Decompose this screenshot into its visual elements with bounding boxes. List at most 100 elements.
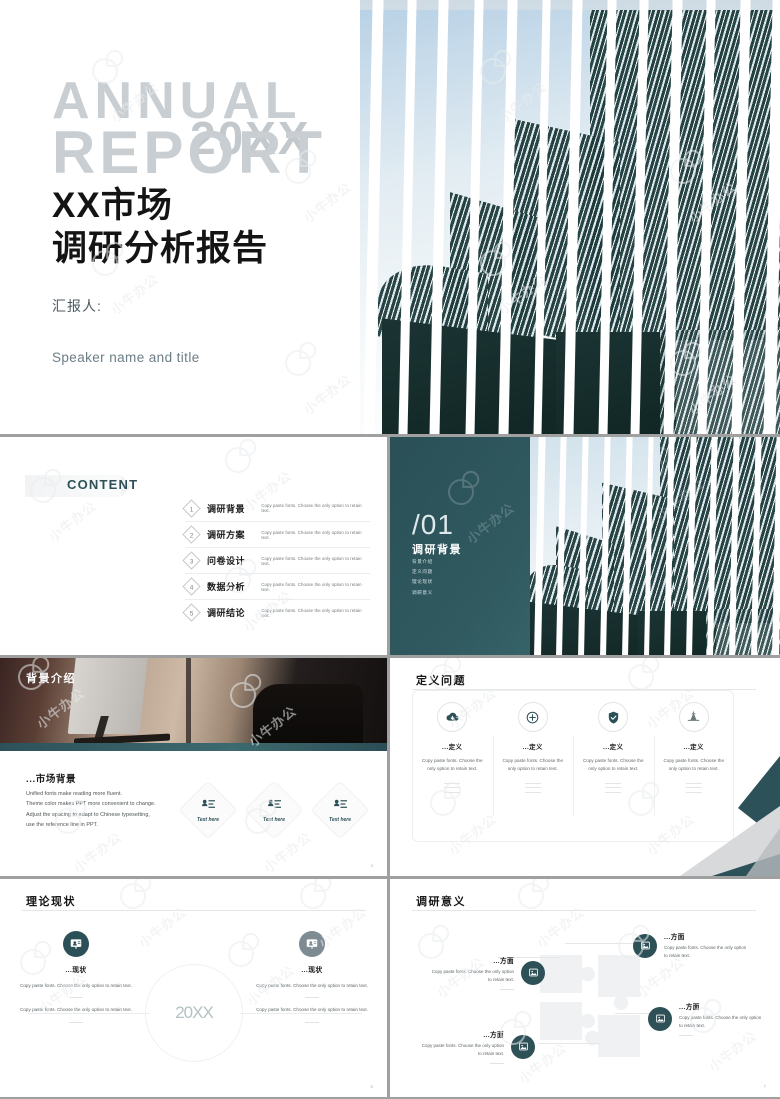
slide-title: 调研意义 [416,896,466,908]
presentation-user-icon [70,939,82,949]
list-item[interactable]: 5 调研结论 Copy paste fonts. Choose the only… [182,599,370,625]
column-text: Copy paste fonts. Choose the only option… [502,758,564,772]
slide-research-meaning[interactable]: 调研意义 ...方面 Copy paste fonts. Choose the … [390,879,780,1097]
meaning-node[interactable]: ...方面 Copy paste fonts. Choose the only … [633,931,748,960]
toc-desc: Copy paste fonts. Choose the only option… [261,503,362,513]
slide-define-problem[interactable]: 定义问题 ...定义 Copy paste fonts. Choose the … [390,658,780,876]
definition-column[interactable]: ...定义 Copy paste fonts. Choose the only … [573,702,654,817]
icon-circle [633,933,657,958]
body-line: Unified fonts make reading more fluent. [26,791,123,797]
image-frame-icon [518,1042,528,1051]
dash-lines [578,782,649,793]
node-label: ...方面 [493,958,514,965]
node-text-block: ...方面 Copy paste fonts. Choose the only … [664,931,748,960]
meaning-node[interactable]: ...方面 Copy paste fonts. Choose the only … [430,955,545,991]
dash-lines [498,782,569,793]
mountain-icon [687,710,700,721]
corner-decoration [650,746,780,876]
diamond-card[interactable]: Text here [245,781,303,839]
body-line: Adjust the spacing to adapt to Chinese t… [26,811,150,818]
theory-right-block[interactable]: ...现状 Copy paste fonts. Choose the only … [248,931,376,1023]
node-text-block: ...方面 Copy paste fonts. Choose the only … [420,1029,504,1065]
connector-line [538,1043,600,1044]
toc-title: 调研结论 [207,608,246,618]
icon-circle [63,931,89,957]
slide-background-intro[interactable]: 背景介绍 ...市场背景 Unified fonts make reading … [0,658,387,876]
cover-ghost-heading: ANNUAL REPORT [52,75,326,182]
slide-theory-status[interactable]: 理论现状 20XX ...现状 Copy paste fonts. Choose… [0,879,387,1097]
slide-content[interactable]: CONTENT 1 调研背景 Copy paste fonts. Choose … [0,437,387,655]
icon-circle [299,931,325,957]
toc-title: 调研方案 [207,530,246,540]
section-title: 调研背景 [412,544,462,556]
section-subitem: 背景介绍 [412,559,433,564]
diamond-marker-icon: 2 [182,525,201,544]
toc-title: 调研背景 [207,503,246,514]
node-text: Copy paste fonts. Choose the only option… [421,1043,504,1057]
block-text: Copy paste fonts. Choose the only option… [20,1007,132,1013]
theory-left-block[interactable]: ...现状 Copy paste fonts. Choose the only … [12,931,140,1023]
node-label: ...方面 [679,1004,700,1011]
toc-title: 问卷设计 [207,556,246,566]
definition-column[interactable]: ...定义 Copy paste fonts. Choose the only … [492,702,574,817]
body-line: Theme color makes PPT more convenient to… [26,801,156,808]
slide-deck: ANNUAL REPORT 20XX XX市场 调研分析报告 汇报人: Spea… [0,0,780,1099]
definition-column[interactable]: ...定义 Copy paste fonts. Choose the only … [412,702,493,796]
list-item[interactable]: 3 问卷设计 Copy paste fonts. Choose the only… [182,547,370,573]
body-line: use the reference line in PPT. [26,822,98,829]
section-number: /01 [412,509,454,540]
slide-title: 背景介绍 [26,673,76,685]
node-label: ...方面 [664,934,685,941]
slide-section-divider[interactable]: /01 调研背景 背景介绍 定义问题 理论现状 调研意义 小牛办公 小牛办公 [390,437,780,655]
block-text: Copy paste fonts. Choose the only option… [256,1007,368,1013]
diamond-card[interactable]: Text here [179,781,237,839]
meaning-node[interactable]: ...方面 Copy paste fonts. Choose the only … [648,1001,763,1037]
column-label: ...定义 [522,744,543,751]
list-item[interactable]: 4 数据分析 Copy paste fonts. Choose the only… [182,573,370,599]
section-subitem: 理论现状 [412,579,433,585]
toc-desc: Copy paste fonts. Choose the only option… [261,529,362,540]
toc-desc: Copy paste fonts. Choose the only option… [261,581,362,592]
diamond-marker-icon: 1 [182,498,201,518]
center-year-circle: 20XX [145,964,243,1062]
section-subitems: 背景介绍 定义问题 理论现状 调研意义 [412,559,433,600]
slide-cover[interactable]: ANNUAL REPORT 20XX XX市场 调研分析报告 汇报人: Spea… [0,0,780,434]
toc-desc: Copy paste fonts. Choose the only option… [261,607,362,618]
table-of-contents: 1 调研背景 Copy paste fonts. Choose the only… [182,495,370,625]
dash-lines [417,782,488,793]
page-number: 7 [763,1084,766,1089]
icon-circle [648,1006,672,1031]
list-item[interactable]: 2 调研方案 Copy paste fonts. Choose the only… [182,521,370,547]
meaning-node[interactable]: ...方面 Copy paste fonts. Choose the only … [420,1029,535,1065]
column-text: Copy paste fonts. Choose the only option… [582,758,644,772]
icon-circle [437,702,468,732]
diamond-card-label: Text here [328,816,352,823]
image-frame-icon [528,968,538,977]
cover-reporter-label: 汇报人: [52,298,102,314]
diamond-card[interactable]: Text here [311,781,369,839]
node-text-block: ...方面 Copy paste fonts. Choose the only … [430,955,514,991]
cover-building-photo [360,0,780,434]
block-label: ...现状 [65,967,87,974]
node-text: Copy paste fonts. Choose the only option… [431,969,514,983]
list-item[interactable]: 1 调研背景 Copy paste fonts. Choose the only… [182,495,370,521]
node-text-block: ...方面 Copy paste fonts. Choose the only … [679,1001,763,1037]
node-text: Copy paste fonts. Choose the only option… [664,945,747,959]
column-text: Copy paste fonts. Choose the only option… [421,758,483,772]
block-label: ...现状 [301,967,323,974]
shield-check-icon [608,711,618,723]
cover-title-line1: XX市场 [52,186,173,225]
image-frame-icon [640,941,650,950]
body-text: Unified fonts make reading more fluent. … [26,789,194,831]
content-label: CONTENT [67,477,139,492]
section-subitem: 定义问题 [412,569,433,575]
section-building-photo [530,437,780,655]
plus-circle-icon [526,711,539,723]
block-text: Copy paste fonts. Choose the only option… [256,983,368,988]
cover-speaker-name: Speaker name and title [52,350,200,365]
diamond-marker-icon: 3 [182,551,201,570]
icon-circle [678,702,709,732]
image-frame-icon [655,1014,665,1023]
page-number: 6 [370,1084,373,1089]
diamond-card-label: Text here [262,816,286,823]
